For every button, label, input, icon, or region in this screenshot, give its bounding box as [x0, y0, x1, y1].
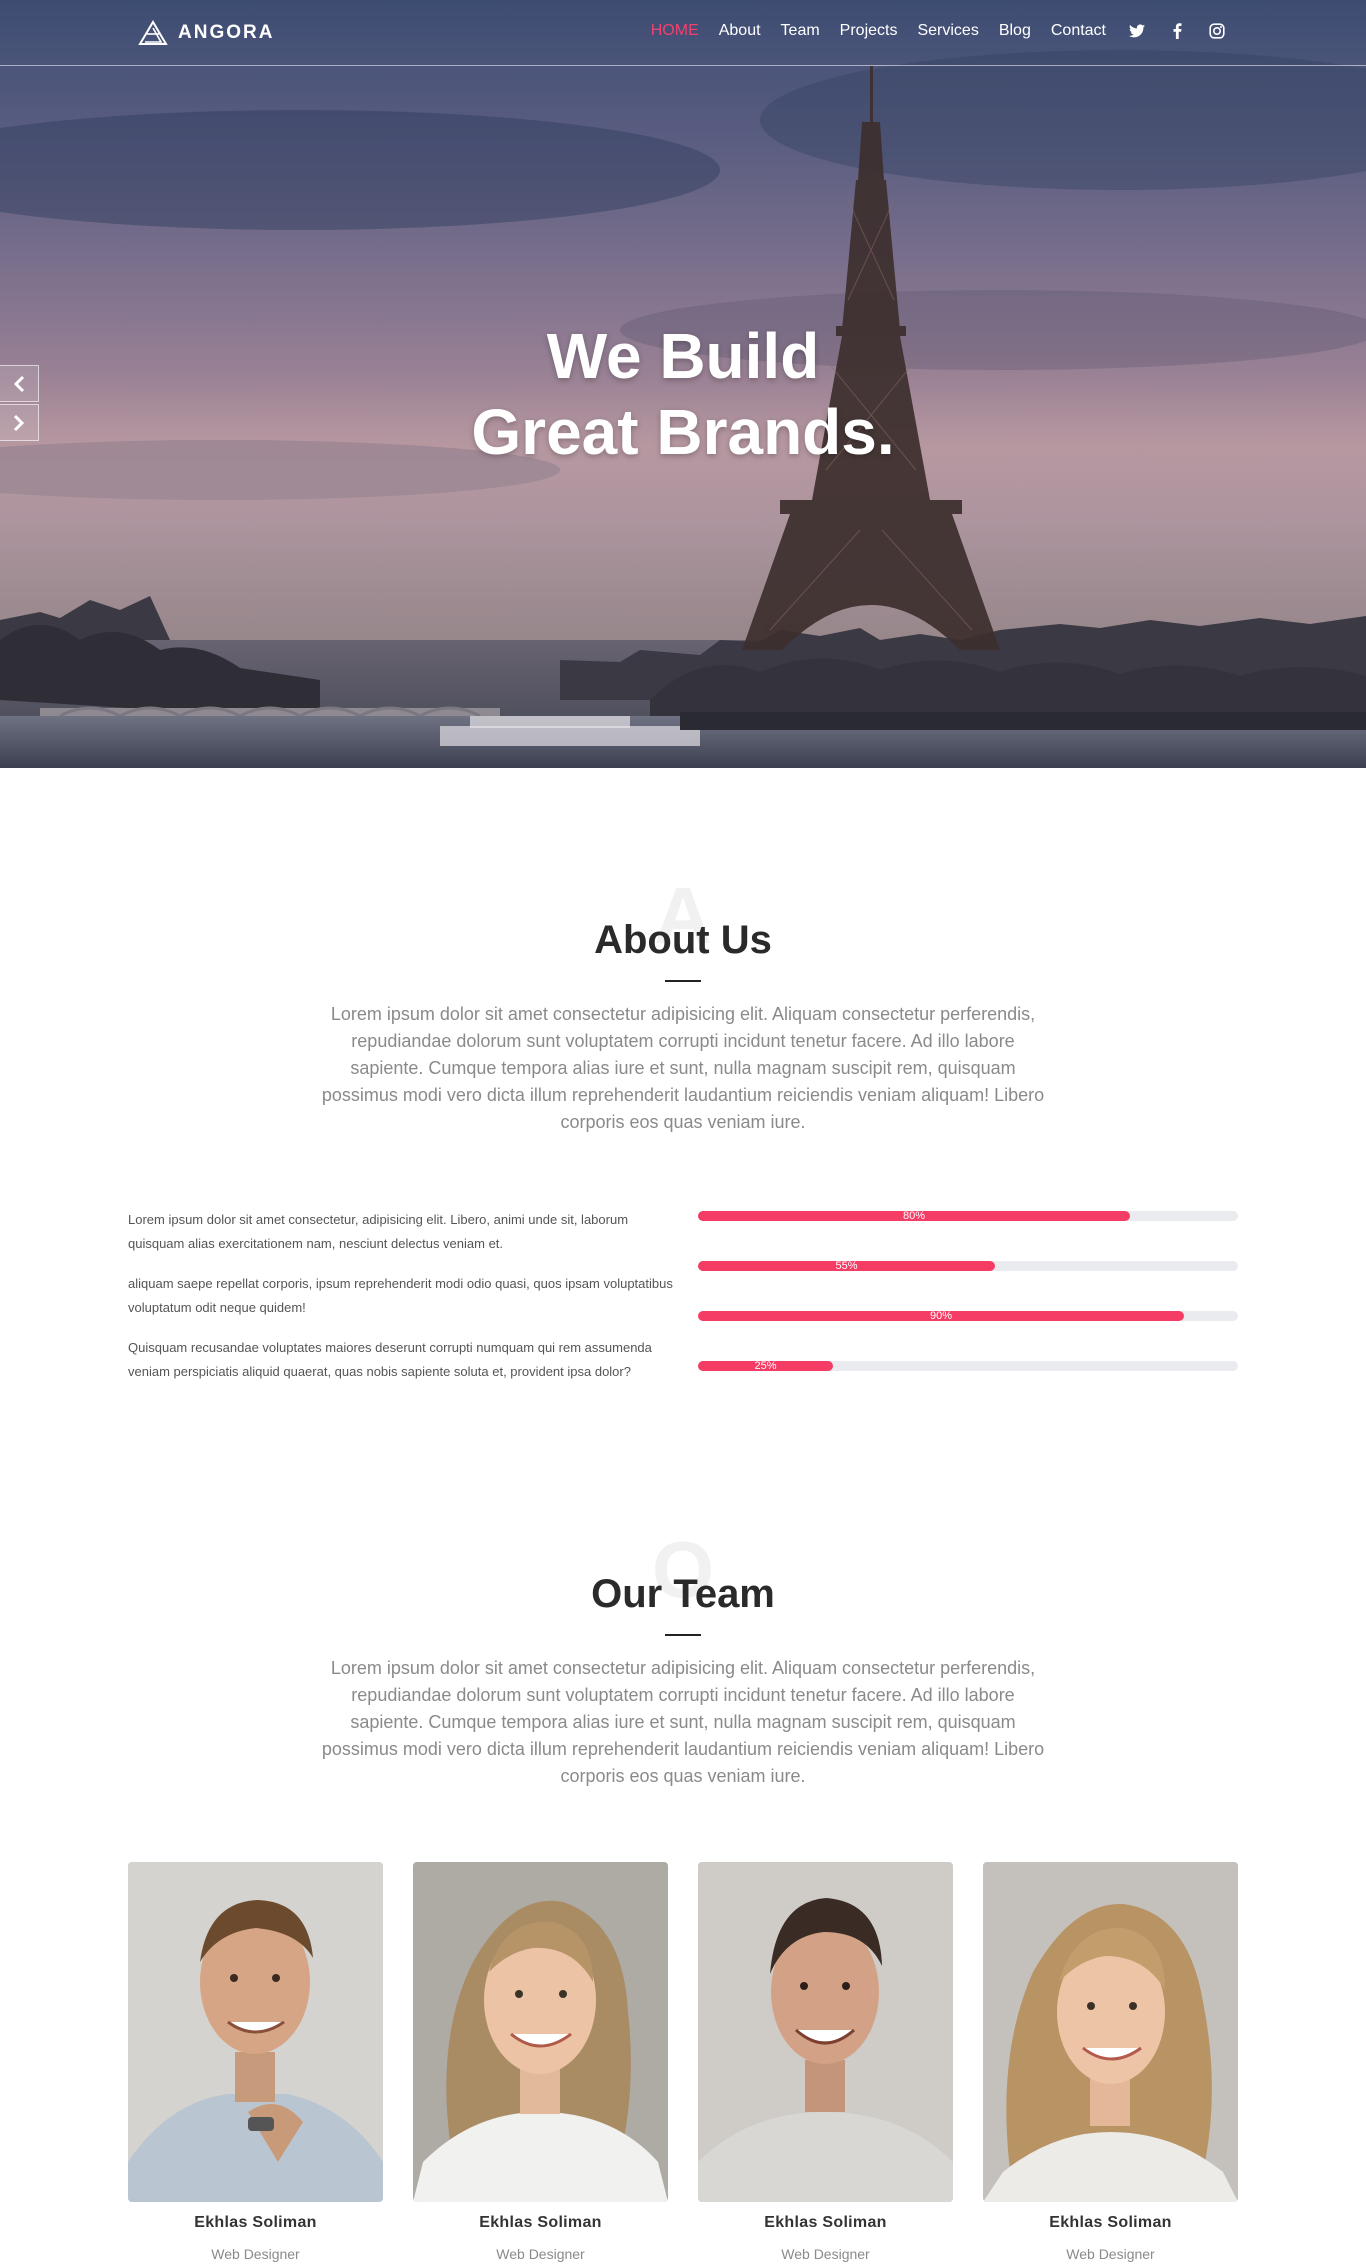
team-member-role: Web Designer: [781, 2246, 870, 2262]
progress-bar-label: 25%: [754, 1360, 777, 1372]
progress-bar: 25%: [698, 1360, 1238, 1372]
team-member-name: Ekhlas Soliman: [479, 2214, 602, 2231]
team-member-role: Web Designer: [496, 2246, 585, 2262]
main-nav: HOME About Team Projects Services Blog C…: [631, 20, 1226, 42]
about-divider: [665, 980, 701, 982]
about-paragraph: Quisquam recusandae voluptates maiores d…: [128, 1340, 652, 1379]
team-title: Our Team: [591, 1572, 775, 1616]
about-paragraph: Lorem ipsum dolor sit amet consectetur, …: [128, 1212, 629, 1251]
facebook-icon[interactable]: [1168, 22, 1186, 40]
team-member-photo: [983, 1862, 1238, 2202]
hero-title-line-1: We Build: [546, 320, 820, 392]
team-member-card[interactable]: Ekhlas Soliman Web Designer: [983, 1862, 1238, 2263]
team-member-card[interactable]: Ekhlas Soliman Web Designer: [698, 1862, 953, 2263]
brand-name: ANGORA: [178, 22, 275, 43]
progress-bar-label: 55%: [835, 1260, 858, 1272]
nav-link-services[interactable]: Services: [917, 20, 978, 42]
logo-icon: [138, 20, 168, 45]
chevron-right-icon: [13, 414, 25, 431]
progress-bar: 80%: [698, 1210, 1238, 1222]
team-member-photo: [698, 1862, 953, 2202]
about-title: About Us: [594, 918, 772, 962]
nav-link-blog[interactable]: Blog: [999, 20, 1031, 42]
nav-link-team[interactable]: Team: [781, 20, 820, 42]
hero-title-line-2: Great Brands.: [471, 396, 895, 468]
instagram-icon[interactable]: [1208, 22, 1226, 40]
team-member-name: Ekhlas Soliman: [1049, 2214, 1172, 2231]
nav-link-home[interactable]: HOME: [651, 20, 699, 42]
team-divider: [665, 1634, 701, 1636]
nav-link-contact[interactable]: Contact: [1051, 20, 1106, 42]
nav-link-about[interactable]: About: [719, 20, 761, 42]
about-intro: Lorem ipsum dolor sit amet consectetur a…: [321, 1004, 1045, 1132]
skill-bars: 80% 55% 90% 25%: [698, 1210, 1238, 1411]
hero-slider: ANGORA HOME About Team Projects Services…: [0, 0, 1366, 768]
team-member-photo: [128, 1862, 383, 2202]
slider-next-button[interactable]: [0, 404, 39, 441]
team-grid: Ekhlas Soliman Web Designer Ekhlas Solim…: [128, 1862, 1238, 2263]
team-member-name: Ekhlas Soliman: [194, 2214, 317, 2231]
chevron-left-icon: [13, 375, 25, 392]
slider-prev-button[interactable]: [0, 365, 39, 402]
team-intro: Lorem ipsum dolor sit amet consectetur a…: [321, 1658, 1045, 1786]
team-member-card[interactable]: Ekhlas Soliman Web Designer: [128, 1862, 383, 2263]
team-member-role: Web Designer: [1066, 2246, 1155, 2262]
brand-logo[interactable]: ANGORA: [138, 20, 274, 46]
team-heading: Our Team: [0, 1570, 1366, 1636]
progress-bar: 90%: [698, 1310, 1238, 1322]
progress-bar-label: 90%: [929, 1310, 953, 1322]
progress-bar: 55%: [698, 1260, 1238, 1272]
team-member-card[interactable]: Ekhlas Soliman Web Designer: [413, 1862, 668, 2263]
nav-link-projects[interactable]: Projects: [840, 20, 898, 42]
team-member-photo: [413, 1862, 668, 2202]
team-member-name: Ekhlas Soliman: [764, 2214, 887, 2231]
hero-headline: We Build Great Brands.: [0, 318, 1366, 470]
about-paragraph: aliquam saepe repellat corporis, ipsum r…: [128, 1276, 673, 1315]
about-heading: About Us: [0, 916, 1366, 982]
team-member-role: Web Designer: [211, 2246, 300, 2262]
about-paragraphs: Lorem ipsum dolor sit amet consectetur, …: [128, 1208, 673, 1400]
twitter-icon[interactable]: [1128, 22, 1146, 40]
progress-bar-label: 80%: [902, 1210, 926, 1222]
top-navbar: ANGORA HOME About Team Projects Services…: [0, 0, 1366, 66]
